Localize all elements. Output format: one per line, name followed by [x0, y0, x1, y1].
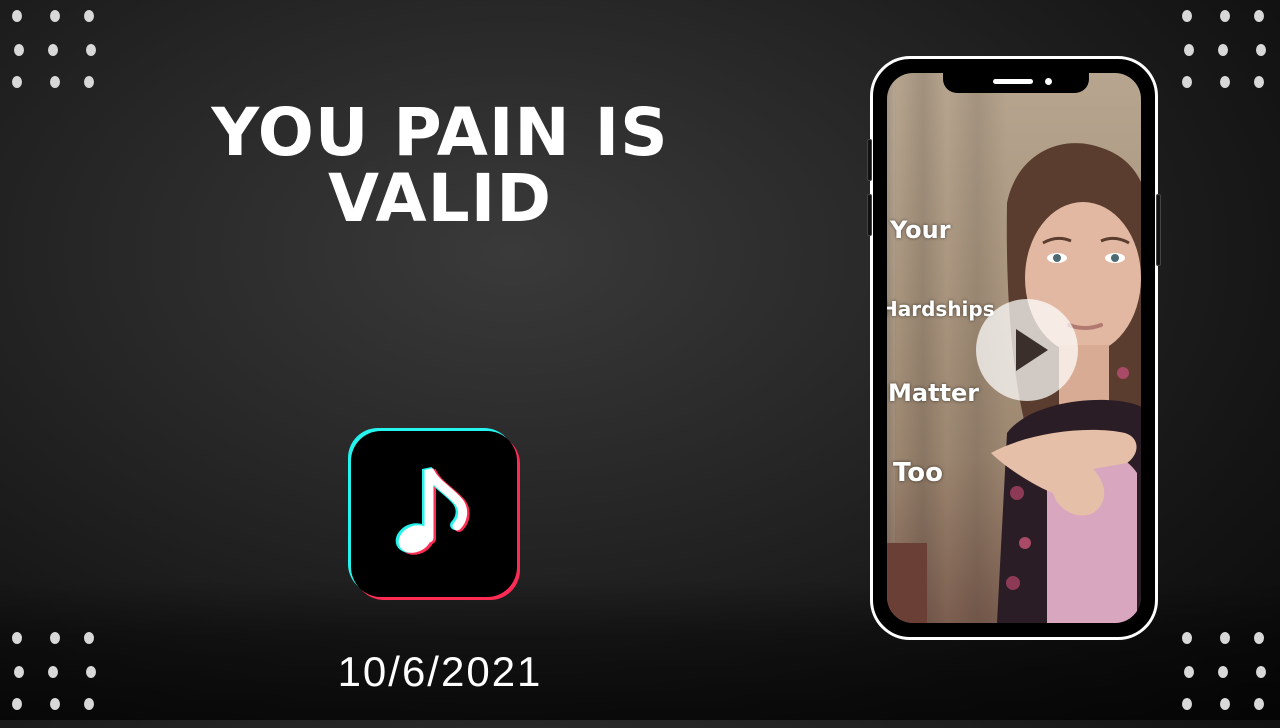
phone-mockup: Your Hardships Matter Too: [867, 56, 1161, 640]
decorative-dot: [48, 666, 58, 678]
decorative-dot: [84, 698, 94, 710]
decorative-dot: [84, 632, 94, 644]
page-title: YOU PAIN IS VALID: [200, 100, 680, 232]
decorative-dot: [86, 44, 96, 56]
decorative-dot: [12, 10, 22, 22]
decorative-dot: [50, 10, 60, 22]
decorative-dot: [1184, 666, 1194, 678]
decorative-dot: [1220, 76, 1230, 88]
title-line-2: VALID: [327, 160, 553, 237]
decorative-dot: [1182, 698, 1192, 710]
caption-line-2: Hardships: [887, 297, 995, 321]
decorative-dot: [1254, 698, 1264, 710]
decorative-dot: [1220, 632, 1230, 644]
phone-camera: [1045, 78, 1052, 85]
decorative-dot: [1220, 698, 1230, 710]
decorative-dot: [1218, 44, 1228, 56]
decorative-dot: [12, 632, 22, 644]
phone-side-button-right: [1156, 194, 1161, 266]
caption-line-3: Matter: [888, 379, 980, 407]
title-line-1: YOU PAIN IS: [211, 94, 669, 171]
decorative-dot: [1256, 44, 1266, 56]
decorative-dot: [86, 666, 96, 678]
decorative-dot: [1184, 44, 1194, 56]
date-label: 10/6/2021: [337, 648, 543, 695]
decorative-dot: [1256, 666, 1266, 678]
decorative-dot: [1220, 10, 1230, 22]
phone-side-button-left: [867, 139, 872, 181]
decorative-dot: [14, 44, 24, 56]
dot-pattern-bottom-right: [1178, 628, 1278, 728]
phone-notch: [943, 73, 1089, 93]
app-icon: [348, 428, 520, 600]
decorative-dot: [14, 666, 24, 678]
phone-side-button-left-2: [867, 194, 872, 236]
decorative-dot: [1218, 666, 1228, 678]
caption-line-1: Your: [890, 216, 951, 244]
dot-pattern-top-right: [1178, 6, 1278, 106]
decorative-dot: [50, 632, 60, 644]
play-button[interactable]: [976, 299, 1078, 401]
phone-speaker: [993, 79, 1033, 84]
decorative-dot: [50, 76, 60, 88]
decorative-dot: [84, 76, 94, 88]
decorative-dot: [1182, 632, 1192, 644]
caption-line-4: Too: [893, 458, 944, 488]
dot-pattern-top-left: [8, 6, 108, 106]
decorative-dot: [12, 76, 22, 88]
decorative-dot: [84, 10, 94, 22]
play-icon: [1016, 329, 1048, 371]
decorative-dot: [50, 698, 60, 710]
decorative-dot: [1254, 632, 1264, 644]
decorative-dot: [12, 698, 22, 710]
dot-pattern-bottom-left: [8, 628, 108, 728]
decorative-dot: [1182, 10, 1192, 22]
video-thumbnail[interactable]: Your Hardships Matter Too: [887, 73, 1141, 623]
decorative-dot: [1182, 76, 1192, 88]
decorative-dot: [48, 44, 58, 56]
music-note-icon: [395, 466, 470, 555]
decorative-dot: [1254, 10, 1264, 22]
decorative-dot: [1254, 76, 1264, 88]
